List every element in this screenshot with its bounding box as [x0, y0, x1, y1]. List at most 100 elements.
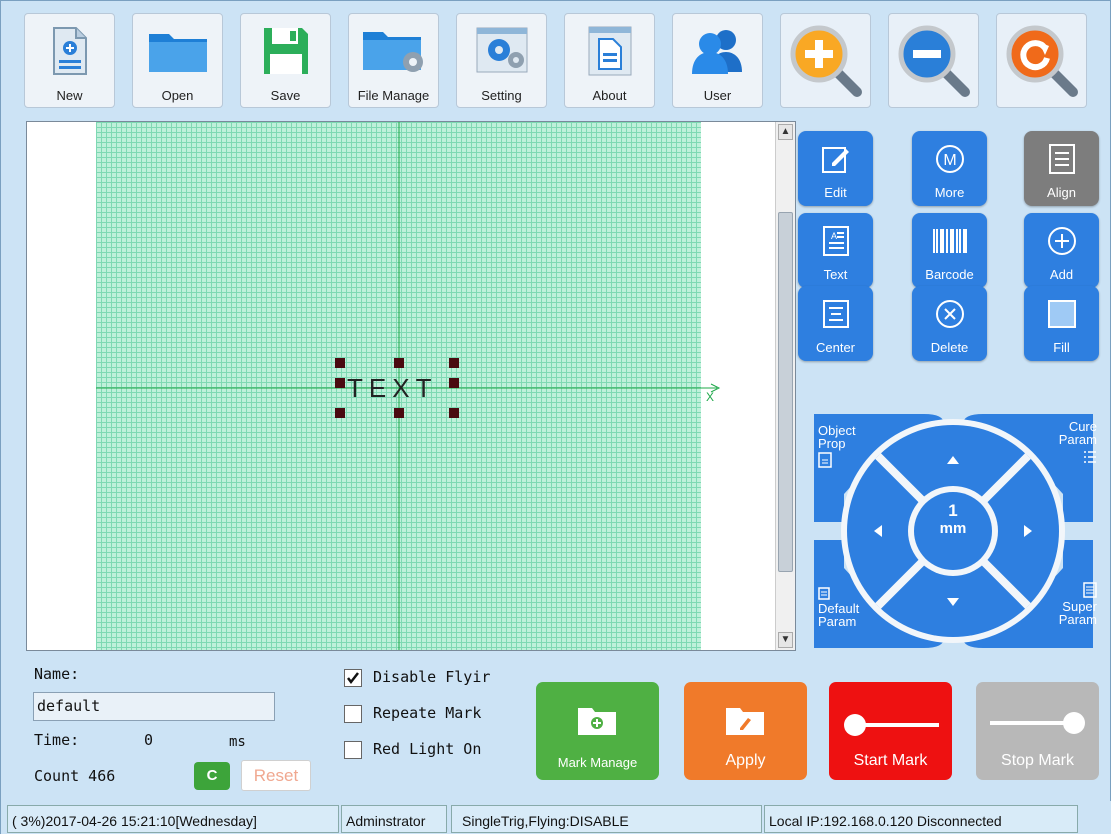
- toggle-on-icon: [990, 712, 1085, 734]
- red-light-checkbox[interactable]: [344, 741, 362, 759]
- barcode-label: Barcode: [925, 267, 974, 282]
- delete-label: Delete: [930, 340, 969, 355]
- stop-mark-button[interactable]: Stop Mark: [976, 682, 1099, 780]
- save-disk-icon: [241, 20, 330, 82]
- scroll-down-arrow-icon[interactable]: ▼: [778, 632, 793, 648]
- zoom-out-icon: [898, 25, 970, 97]
- text-button[interactable]: A Text: [798, 213, 873, 288]
- status-network: Local IP:192.168.0.120 Disconnected: [764, 805, 1078, 833]
- status-mode: SingleTrig,Flying:DISABLE: [451, 805, 762, 833]
- default-param-label: Default Param: [818, 601, 860, 629]
- barcode-icon: [912, 221, 987, 261]
- x-axis-label: X: [706, 390, 715, 404]
- add-label: Add: [1049, 267, 1074, 282]
- align-button[interactable]: Align: [1024, 131, 1099, 206]
- count-label: Count 466: [34, 767, 116, 785]
- super-param-label: Super Param: [1058, 599, 1097, 627]
- new-label: New: [56, 88, 83, 103]
- default-param-button[interactable]: Default Param: [818, 586, 898, 648]
- disable-flying-checkbox[interactable]: [344, 669, 362, 687]
- reset-button[interactable]: Reset: [241, 760, 311, 791]
- open-label: Open: [161, 88, 194, 103]
- scroll-thumb[interactable]: [778, 212, 793, 572]
- setting-button[interactable]: Setting: [456, 13, 547, 108]
- start-mark-button[interactable]: Start Mark: [829, 682, 952, 780]
- folder-edit-icon: [726, 708, 764, 735]
- fill-button[interactable]: Fill: [1024, 286, 1099, 361]
- name-label: Name:: [34, 665, 80, 683]
- apply-button[interactable]: Apply: [684, 682, 807, 780]
- time-label: Time:: [34, 731, 80, 749]
- fill-label: Fill: [1053, 340, 1070, 355]
- vertical-scrollbar[interactable]: ▲ ▼: [775, 122, 795, 650]
- red-light-label: Red Light On: [373, 740, 482, 758]
- edit-pencil-icon: [798, 139, 873, 179]
- user-label: User: [703, 88, 732, 103]
- svg-text:A: A: [831, 231, 837, 241]
- toggle-off-icon: [844, 714, 939, 736]
- step-value: 1: [948, 501, 958, 520]
- setting-label: Setting: [481, 88, 522, 103]
- user-button[interactable]: User: [672, 13, 763, 108]
- app-window: New Open Save File Manage Setting About: [0, 0, 1111, 834]
- about-button[interactable]: About: [564, 13, 655, 108]
- align-icon: [1024, 139, 1099, 179]
- status-datetime: ( 3%)2017-04-26 15:21:10[Wednesday]: [7, 805, 339, 833]
- settings-gears-icon: [457, 20, 546, 82]
- new-file-icon: [25, 20, 114, 82]
- zoom-in-button[interactable]: [780, 13, 871, 108]
- users-icon: [673, 20, 762, 82]
- status-user: Adminstrator: [341, 805, 447, 833]
- repeate-mark-label: Repeate Mark: [373, 704, 482, 722]
- folder-icon: [133, 20, 222, 82]
- text-object[interactable]: TEXT: [347, 373, 437, 404]
- save-button[interactable]: Save: [240, 13, 331, 108]
- step-unit: mm: [939, 520, 967, 537]
- document-icon: [818, 452, 832, 468]
- clear-count-button[interactable]: C: [194, 762, 230, 790]
- center-button[interactable]: Center: [798, 286, 873, 361]
- text-doc-icon: A: [798, 221, 873, 261]
- grid-list-icon: [1083, 582, 1097, 598]
- super-param-button[interactable]: Super Param: [1017, 582, 1097, 648]
- object-prop-button[interactable]: Object Prop: [818, 424, 888, 484]
- delete-button[interactable]: Delete: [912, 286, 987, 361]
- more-label: More: [934, 185, 965, 200]
- refresh-icon: [1006, 25, 1078, 97]
- delete-x-icon: [912, 294, 987, 334]
- mark-manage-button[interactable]: Mark Manage: [536, 682, 659, 780]
- move-up-button[interactable]: [906, 426, 1001, 486]
- apply-label: Apply: [725, 752, 766, 769]
- scroll-up-arrow-icon[interactable]: ▲: [778, 124, 793, 140]
- edit-label: Edit: [824, 185, 847, 200]
- center-align-icon: [798, 294, 873, 334]
- move-left-button[interactable]: [846, 486, 906, 576]
- more-button[interactable]: M More: [912, 131, 987, 206]
- move-right-button[interactable]: [1001, 486, 1061, 576]
- repeate-mark-checkbox[interactable]: [344, 705, 362, 723]
- name-input[interactable]: default: [33, 692, 275, 721]
- zoom-in-icon: [790, 25, 862, 97]
- cure-param-button[interactable]: Cure Param: [1027, 420, 1097, 482]
- step-size-button[interactable]: 1 mm: [914, 502, 992, 562]
- about-label: About: [592, 88, 627, 103]
- object-prop-label: Object Prop: [818, 423, 856, 451]
- design-canvas[interactable]: TEXT X ▲ ▼: [26, 121, 796, 651]
- file-manage-button[interactable]: File Manage: [348, 13, 439, 108]
- status-bar: ( 3%)2017-04-26 15:21:10[Wednesday] Admi…: [1, 801, 1111, 834]
- zoom-reset-button[interactable]: [996, 13, 1087, 108]
- checkmark-icon: [347, 672, 359, 685]
- fill-square-icon: [1024, 294, 1099, 334]
- add-button[interactable]: Add: [1024, 213, 1099, 288]
- start-mark-label: Start Mark: [853, 752, 928, 769]
- folder-gear-icon: [349, 20, 438, 82]
- open-button[interactable]: Open: [132, 13, 223, 108]
- barcode-button[interactable]: Barcode: [912, 213, 987, 288]
- zoom-out-button[interactable]: [888, 13, 979, 108]
- edit-button[interactable]: Edit: [798, 131, 873, 206]
- add-plus-icon: [1024, 221, 1099, 261]
- align-label: Align: [1047, 185, 1076, 200]
- file-manage-label: File Manage: [357, 88, 430, 103]
- move-down-button[interactable]: [906, 576, 1001, 636]
- new-button[interactable]: New: [24, 13, 115, 108]
